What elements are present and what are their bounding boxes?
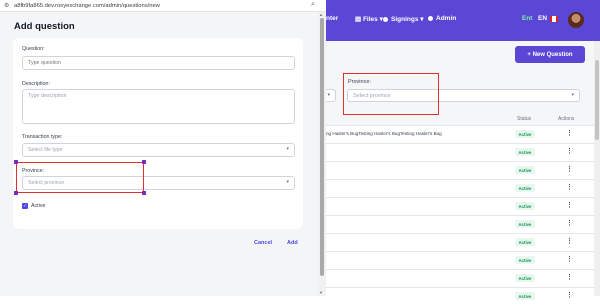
more-vertical-icon[interactable]: ⋮ — [566, 255, 573, 263]
table-row[interactable]: Active ⋮ — [326, 215, 600, 233]
description-textarea[interactable]: Type description — [22, 89, 295, 124]
lang-en[interactable]: EN — [538, 15, 547, 22]
search-icon[interactable]: ⌕ — [311, 1, 315, 9]
status-badge: Active — [515, 148, 535, 156]
chevron-down-icon: ▾ — [418, 16, 424, 23]
nav-files-label: Files — [362, 16, 378, 23]
question-label: Question: — [22, 46, 45, 52]
more-vertical-icon[interactable]: ⋮ — [566, 129, 573, 137]
description-placeholder: Type description — [28, 93, 67, 99]
chevron-down-icon: ▾ — [286, 179, 289, 185]
table-header: Status Actions — [326, 113, 600, 125]
more-vertical-icon[interactable]: ⋮ — [566, 291, 573, 299]
tune-icon[interactable]: ⚙ — [4, 2, 9, 9]
canada-flag-icon — [550, 16, 558, 22]
resize-handle-tr[interactable] — [142, 160, 146, 164]
more-vertical-icon[interactable]: ⋮ — [566, 219, 573, 227]
status-badge: Active — [515, 184, 535, 192]
scroll-down-icon[interactable]: ▼ — [319, 290, 323, 295]
more-vertical-icon[interactable]: ⋮ — [566, 183, 573, 191]
status-badge: Active — [515, 220, 535, 228]
table-row[interactable]: ng Hasler's BugTesting Hasler's BugTesti… — [326, 125, 600, 143]
drawer-scrollbar-thumb[interactable] — [320, 18, 324, 276]
chevron-down-icon: ▾ — [327, 92, 330, 98]
nav-item-files[interactable]: ▤ Files ▾ — [355, 15, 383, 23]
admin-icon — [428, 15, 433, 21]
province-selection-box — [16, 162, 144, 193]
cancel-button[interactable]: Cancel — [254, 240, 272, 246]
avatar[interactable] — [568, 12, 584, 28]
chevron-down-icon: ▾ — [286, 146, 289, 152]
table-row[interactable]: Active ⋮ — [326, 233, 600, 251]
drawer-title: Add question — [14, 21, 75, 32]
status-badge: Active — [515, 292, 535, 300]
chevron-down-icon: ▾ — [571, 92, 574, 98]
signings-icon — [383, 16, 388, 22]
resize-handle-br[interactable] — [142, 191, 146, 195]
nav-item-partial[interactable]: nter — [326, 15, 338, 22]
question-input[interactable] — [22, 56, 295, 70]
status-badge: Active — [515, 238, 535, 246]
table-row[interactable]: Active ⋮ — [326, 197, 600, 215]
province-filter-highlight — [343, 73, 439, 115]
lang-ent[interactable]: Ent — [522, 15, 532, 22]
new-question-button[interactable]: + New Question — [515, 46, 585, 63]
address-bar[interactable]: ⚙ a8fb9fa865.dev.rosyexchange.com/admin/… — [0, 0, 326, 12]
url-text[interactable]: a8fb9fa865.dev.rosyexchange.com/admin/qu… — [14, 3, 160, 9]
table-row[interactable]: Active ⋮ — [326, 269, 600, 287]
status-badge: Active — [515, 256, 535, 264]
table-row[interactable]: Active ⋮ — [326, 161, 600, 179]
more-vertical-icon[interactable]: ⋮ — [566, 237, 573, 245]
more-vertical-icon[interactable]: ⋮ — [566, 201, 573, 209]
status-badge: Active — [515, 166, 535, 174]
nav-item-signings[interactable]: Signings ▾ — [383, 15, 424, 23]
active-label: Active — [31, 203, 46, 209]
files-icon: ▤ — [355, 16, 363, 23]
add-question-drawer: ⚙ a8fb9fa865.dev.rosyexchange.com/admin/… — [0, 0, 326, 296]
table-row[interactable]: Active ⋮ — [326, 287, 600, 305]
more-vertical-icon[interactable]: ⋮ — [566, 273, 573, 281]
table-row[interactable]: Active ⋮ — [326, 179, 600, 197]
scroll-up-icon[interactable]: ▲ — [319, 12, 323, 17]
status-badge: Active — [515, 202, 535, 210]
page-scrollbar-thumb[interactable] — [595, 60, 599, 140]
active-checkbox[interactable]: ✓ — [22, 203, 28, 209]
question-text: ng Hasler's BugTesting Hasler's BugTesti… — [326, 131, 442, 136]
resize-handle-tl[interactable] — [14, 160, 18, 164]
transaction-type-label: Transaction type: — [22, 134, 63, 140]
status-header: Status — [517, 116, 532, 122]
more-vertical-icon[interactable]: ⋮ — [566, 147, 573, 155]
nav-admin-label: Admin — [436, 15, 457, 22]
more-vertical-icon[interactable]: ⋮ — [566, 165, 573, 173]
transaction-type-select[interactable]: Select file type ▾ — [22, 143, 295, 157]
nav-item-admin[interactable]: Admin — [428, 15, 456, 22]
status-badge: Active — [515, 274, 535, 282]
nav-signings-label: Signings — [391, 16, 419, 23]
add-button[interactable]: Add — [287, 240, 298, 246]
status-badge: Active — [515, 130, 535, 138]
resize-handle-bl[interactable] — [14, 191, 18, 195]
actions-header: Actions — [558, 116, 575, 122]
description-label: Description: — [22, 81, 50, 87]
table-row[interactable]: Active ⋮ — [326, 251, 600, 269]
transaction-type-placeholder: Select file type — [28, 147, 63, 153]
table-row[interactable]: Active ⋮ — [326, 143, 600, 161]
